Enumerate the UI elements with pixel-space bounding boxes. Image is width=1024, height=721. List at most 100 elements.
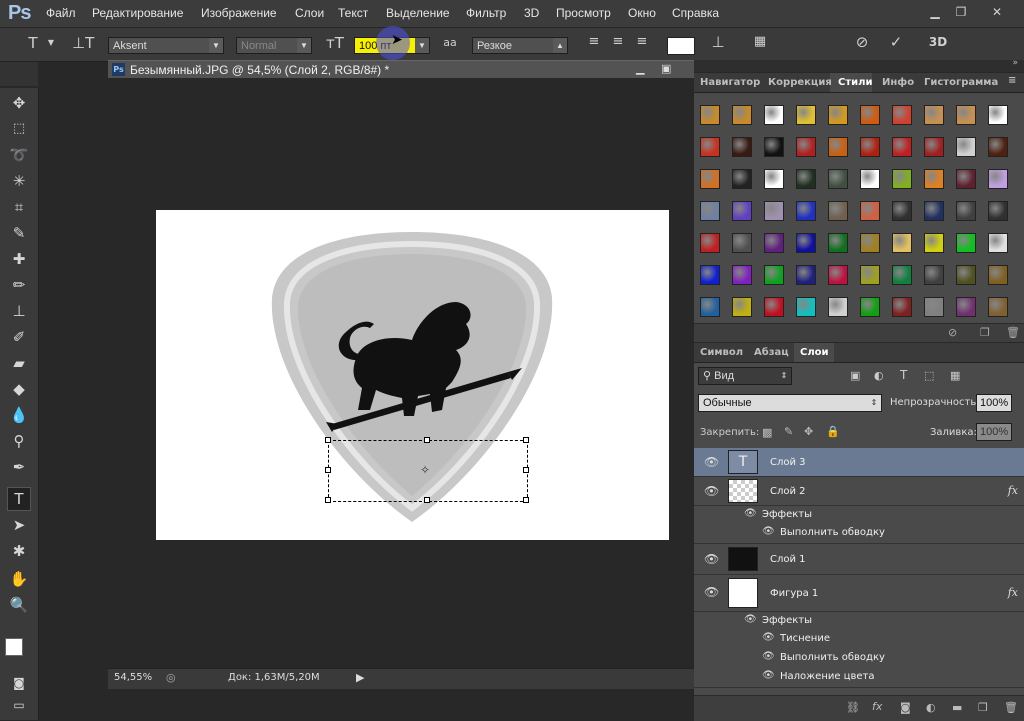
style-swatch[interactable]	[860, 105, 880, 125]
layer-row[interactable]: 👁 Слой 2 fx	[694, 477, 1024, 506]
style-swatch[interactable]	[860, 233, 880, 253]
opacity-input[interactable]: 100%	[976, 394, 1012, 412]
lasso-tool-icon[interactable]: ➰	[8, 144, 30, 166]
style-swatch[interactable]	[764, 233, 784, 253]
style-swatch[interactable]	[956, 233, 976, 253]
menu-edit[interactable]: Редактирование	[92, 6, 183, 20]
lock-position-icon[interactable]: ✥	[804, 425, 813, 438]
menu-layers[interactable]: Слои	[295, 6, 324, 20]
style-swatch[interactable]	[732, 201, 752, 221]
menu-help[interactable]: Справка	[672, 6, 719, 20]
transform-handle[interactable]	[424, 437, 430, 443]
tab-info[interactable]: Инфо	[882, 77, 914, 88]
style-swatch[interactable]	[892, 105, 912, 125]
close-icon[interactable]: ✕	[988, 4, 1006, 20]
style-swatch[interactable]	[988, 169, 1008, 189]
lock-transparency-icon[interactable]: ▩	[762, 426, 772, 439]
transform-handle[interactable]	[523, 437, 529, 443]
delete-layer-icon[interactable]: 🗑	[1004, 701, 1018, 714]
style-swatch[interactable]	[828, 201, 848, 221]
new-style-icon[interactable]: ❐	[980, 326, 990, 339]
new-adjustment-icon[interactable]: ◐	[926, 701, 936, 714]
style-swatch[interactable]	[796, 169, 816, 189]
hand-tool-icon[interactable]: ✋	[8, 568, 30, 590]
commit-icon[interactable]: ✓	[886, 33, 906, 51]
marquee-tool-icon[interactable]: ⬚	[8, 118, 30, 140]
style-swatch[interactable]	[732, 297, 752, 317]
style-swatch[interactable]	[892, 297, 912, 317]
style-swatch[interactable]	[828, 233, 848, 253]
quick-mask-icon[interactable]: ◙	[8, 672, 30, 694]
style-swatch[interactable]	[956, 265, 976, 285]
healing-brush-tool-icon[interactable]: ✚	[8, 248, 30, 270]
visibility-eye-icon[interactable]: 👁	[704, 585, 719, 599]
clone-stamp-tool-icon[interactable]: ⊥	[8, 300, 30, 322]
zoom-tool-icon[interactable]: 🔍	[8, 594, 30, 616]
add-style-icon[interactable]: fx	[872, 700, 882, 713]
status-info-icon[interactable]: ◎	[166, 671, 176, 684]
panel-menu-icon[interactable]: ≡	[1008, 75, 1016, 86]
style-swatch[interactable]	[860, 137, 880, 157]
style-swatch[interactable]	[764, 105, 784, 125]
effect-row[interactable]: 👁 Наложение цвета	[694, 668, 1024, 688]
style-swatch[interactable]	[860, 169, 880, 189]
document-canvas[interactable]: ✧	[156, 210, 669, 540]
doc-minimize-icon[interactable]: ▁	[636, 62, 644, 75]
visibility-eye-icon[interactable]: 👁	[704, 455, 719, 469]
antialias-select[interactable]: Резкое ▲	[472, 37, 568, 54]
character-panel-icon[interactable]: ▦	[750, 34, 770, 49]
fx-icon[interactable]: fx	[1008, 484, 1018, 497]
menu-view[interactable]: Просмотр	[556, 6, 611, 20]
minimize-icon[interactable]: ▁	[926, 4, 944, 20]
style-swatch[interactable]	[732, 137, 752, 157]
menu-type[interactable]: Текст	[338, 6, 368, 20]
tab-paragraph[interactable]: Абзац	[754, 347, 789, 358]
style-swatch[interactable]	[988, 137, 1008, 157]
style-swatch[interactable]	[988, 297, 1008, 317]
style-swatch[interactable]	[892, 169, 912, 189]
style-swatch[interactable]	[828, 137, 848, 157]
effects-row[interactable]: 👁 Эффекты	[694, 612, 1024, 630]
style-swatch[interactable]	[956, 137, 976, 157]
transform-handle[interactable]	[523, 497, 529, 503]
style-swatch[interactable]	[988, 105, 1008, 125]
effect-row[interactable]: 👁 Выполнить обводку	[694, 524, 1024, 544]
new-layer-icon[interactable]: ❐	[978, 701, 988, 714]
visibility-eye-icon[interactable]: 👁	[744, 614, 757, 625]
style-swatch[interactable]	[956, 297, 976, 317]
new-group-icon[interactable]: ▬	[952, 701, 962, 714]
link-layers-icon[interactable]: ⛓	[846, 701, 860, 714]
visibility-eye-icon[interactable]: 👁	[762, 651, 775, 662]
fill-input[interactable]: 100%	[976, 423, 1012, 441]
tab-character[interactable]: Символ	[700, 347, 743, 358]
visibility-eye-icon[interactable]: 👁	[704, 552, 719, 566]
menu-file[interactable]: Файл	[46, 6, 76, 20]
style-swatch[interactable]	[700, 265, 720, 285]
style-swatch[interactable]	[700, 233, 720, 253]
filter-smart-icon[interactable]: ▦	[950, 369, 960, 382]
transform-handle[interactable]	[325, 467, 331, 473]
style-swatch[interactable]	[924, 265, 944, 285]
restore-icon[interactable]: ❐	[952, 4, 970, 20]
transform-handle[interactable]	[523, 467, 529, 473]
style-swatch[interactable]	[732, 169, 752, 189]
style-swatch[interactable]	[732, 233, 752, 253]
menu-window[interactable]: Окно	[628, 6, 656, 20]
status-menu-arrow-icon[interactable]: ▶	[356, 671, 364, 684]
pen-tool-icon[interactable]: ✒	[8, 456, 30, 478]
tab-navigator[interactable]: Навигатор	[700, 77, 760, 88]
style-swatch[interactable]	[828, 105, 848, 125]
style-swatch[interactable]	[892, 201, 912, 221]
font-style-select[interactable]: Normal ▼	[236, 37, 312, 54]
move-tool-icon[interactable]: ✥	[8, 92, 30, 114]
style-swatch[interactable]	[796, 137, 816, 157]
style-swatch[interactable]	[764, 297, 784, 317]
layer-filter-select[interactable]: ⚲ Вид ⇕	[698, 367, 792, 385]
clear-style-icon[interactable]: ⊘	[948, 326, 957, 339]
style-swatch[interactable]	[764, 201, 784, 221]
layer-row[interactable]: 👁 T Слой 3	[694, 448, 1024, 477]
style-swatch[interactable]	[796, 233, 816, 253]
style-swatch[interactable]	[924, 233, 944, 253]
warp-text-icon[interactable]: ⊥	[708, 33, 728, 51]
style-swatch[interactable]	[892, 265, 912, 285]
